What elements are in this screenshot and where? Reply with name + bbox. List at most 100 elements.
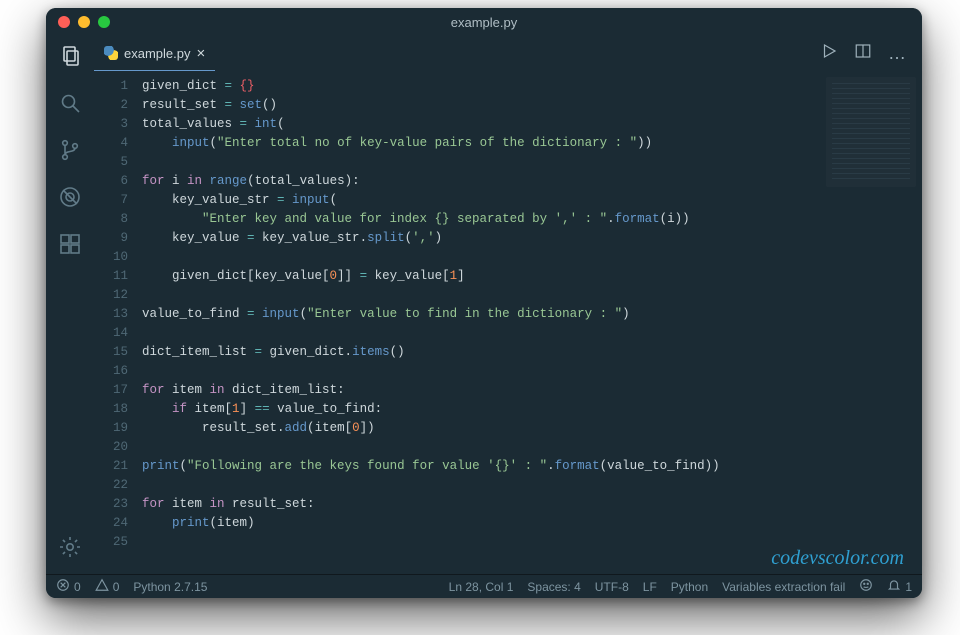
code-line[interactable]: key_value = key_value_str.split(',') [142,229,922,248]
window-title: example.py [451,15,517,30]
code-line[interactable]: for i in range(total_values): [142,172,922,191]
code-editor[interactable]: 1234567891011121314151617181920212223242… [94,71,922,574]
search-icon [58,102,82,119]
minimap[interactable] [826,77,916,187]
line-number: 5 [94,153,128,172]
status-notifications-count: 1 [905,580,912,594]
status-indent[interactable]: Spaces: 4 [527,580,580,594]
code-line[interactable]: dict_item_list = given_dict.items() [142,343,922,362]
activity-explorer[interactable] [58,44,82,73]
line-number: 12 [94,286,128,305]
line-number: 21 [94,457,128,476]
editor-main: example.py × … 1234567891011121314151617… [94,36,922,574]
line-number: 14 [94,324,128,343]
tab-bar: example.py × … [94,36,922,71]
status-errors-count: 0 [74,580,81,594]
status-encoding[interactable]: UTF-8 [595,580,629,594]
watermark-text: codevscolor.com [771,549,904,568]
code-line[interactable]: print(item) [142,514,922,533]
code-line[interactable] [142,362,922,381]
run-icon[interactable] [820,42,838,65]
tab-actions: … [820,36,922,71]
minimize-window-button[interactable] [78,16,90,28]
line-number: 17 [94,381,128,400]
line-number: 2 [94,96,128,115]
status-vars[interactable]: Variables extraction fail [722,580,845,594]
status-eol[interactable]: LF [643,580,657,594]
code-line[interactable]: print("Following are the keys found for … [142,457,922,476]
line-number: 10 [94,248,128,267]
status-notifications[interactable]: 1 [887,578,912,595]
line-number: 18 [94,400,128,419]
more-icon[interactable]: … [888,43,908,64]
line-number: 19 [94,419,128,438]
line-number: 1 [94,77,128,96]
activity-settings[interactable] [58,535,82,564]
code-line[interactable] [142,476,922,495]
code-line[interactable]: given_dict[key_value[0]] = key_value[1] [142,267,922,286]
status-python-version[interactable]: Python 2.7.15 [133,580,207,594]
code-area[interactable]: given_dict = {}result_set = set()total_v… [142,71,922,574]
close-window-button[interactable] [58,16,70,28]
activity-extensions[interactable] [58,232,82,261]
code-line[interactable]: for item in dict_item_list: [142,381,922,400]
code-line[interactable]: "Enter key and value for index {} separa… [142,210,922,229]
line-number: 4 [94,134,128,153]
line-number: 25 [94,533,128,552]
status-cursor-position[interactable]: Ln 28, Col 1 [449,580,514,594]
line-number: 20 [94,438,128,457]
line-number: 6 [94,172,128,191]
code-line[interactable]: value_to_find = input("Enter value to fi… [142,305,922,324]
code-line[interactable]: total_values = int( [142,115,922,134]
status-errors[interactable]: 0 [56,578,81,595]
tab-example-py[interactable]: example.py × [94,36,215,71]
line-number: 3 [94,115,128,134]
line-number: 24 [94,514,128,533]
activity-bar [46,36,94,574]
editor-window: example.py [46,8,922,598]
gear-icon [58,546,82,563]
code-line[interactable]: key_value_str = input( [142,191,922,210]
status-warnings[interactable]: 0 [95,578,120,595]
code-line[interactable]: if item[1] == value_to_find: [142,400,922,419]
maximize-window-button[interactable] [98,16,110,28]
line-number: 9 [94,229,128,248]
smiley-icon [859,578,873,595]
tab-close-button[interactable]: × [196,46,205,61]
code-line[interactable] [142,324,922,343]
line-number: 11 [94,267,128,286]
line-number: 16 [94,362,128,381]
code-line[interactable]: result_set.add(item[0]) [142,419,922,438]
line-number: 22 [94,476,128,495]
line-number: 13 [94,305,128,324]
titlebar[interactable]: example.py [46,8,922,36]
code-line[interactable] [142,286,922,305]
code-line[interactable] [142,438,922,457]
status-language[interactable]: Python [671,580,708,594]
line-number: 23 [94,495,128,514]
code-line[interactable]: given_dict = {} [142,77,922,96]
status-feedback[interactable] [859,578,873,595]
window-body: example.py × … 1234567891011121314151617… [46,36,922,574]
line-number: 7 [94,191,128,210]
split-editor-icon[interactable] [854,42,872,65]
code-line[interactable] [142,248,922,267]
bug-icon [58,196,82,213]
code-line[interactable]: input("Enter total no of key-value pairs… [142,134,922,153]
status-warnings-count: 0 [113,580,120,594]
extensions-icon [58,243,82,260]
line-number-gutter: 1234567891011121314151617181920212223242… [94,71,142,574]
activity-source-control[interactable] [58,138,82,167]
branch-icon [58,149,82,166]
warning-icon [95,578,109,595]
code-line[interactable]: result_set = set() [142,96,922,115]
activity-search[interactable] [58,91,82,120]
activity-debug[interactable] [58,185,82,214]
python-file-icon [104,46,118,60]
error-icon [56,578,70,595]
bell-icon [887,578,901,595]
status-bar: 0 0 Python 2.7.15 Ln 28, Col 1 Spaces: 4… [46,574,922,598]
code-line[interactable]: for item in result_set: [142,495,922,514]
code-line[interactable] [142,153,922,172]
window-controls [46,16,110,28]
